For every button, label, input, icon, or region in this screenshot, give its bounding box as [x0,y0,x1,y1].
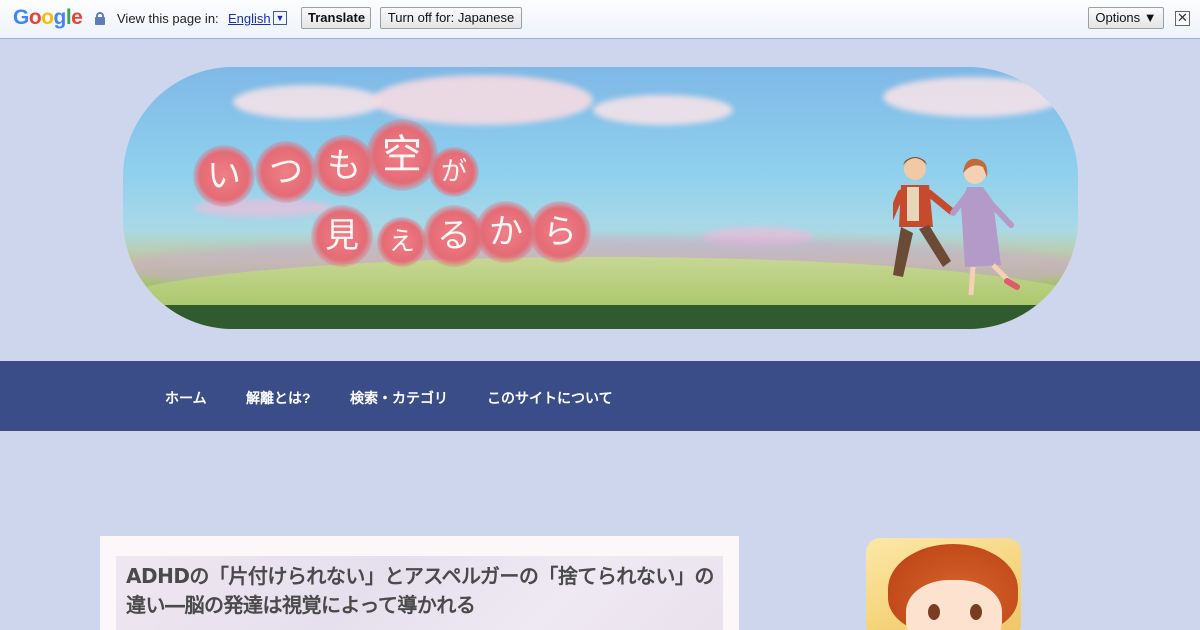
site-title-char: ら [529,201,591,263]
options-button[interactable]: Options ▼ [1088,7,1164,29]
cloud [233,85,383,119]
nav-item-home[interactable]: ホーム [165,388,207,408]
site-title-char: つ [255,141,317,203]
site-title-char: い [193,145,255,207]
site-title-char: も [313,135,375,197]
language-link[interactable]: English [228,11,271,26]
sidebar-profile-image[interactable] [866,538,1021,630]
translate-button[interactable]: Translate [301,7,371,29]
translate-bar: Google View this page in: English ▼ Tran… [0,0,1200,39]
lock-icon [95,12,105,25]
site-title-char: 空 [366,119,438,191]
cloud [373,75,593,125]
cloud [883,77,1063,117]
site-title-char: え [377,217,427,267]
main-nav: ホーム 解離とは? 検索・カテゴリ このサイトについて [0,361,1200,431]
language-dropdown-icon[interactable]: ▼ [273,11,287,25]
article-card: ADHDの「片付けられない」とアスペルガーの「捨てられない」の違い―脳の発達は視… [100,536,739,630]
view-page-label: View this page in: [117,11,219,26]
site-title-char: か [475,201,537,263]
cloud [593,95,733,125]
header-banner[interactable]: い つ も 空 が 見 え る か ら [123,67,1078,329]
google-logo: Google [13,6,83,29]
close-icon[interactable]: ✕ [1175,11,1190,26]
nav-item-about[interactable]: このサイトについて [487,388,613,408]
article-title[interactable]: ADHDの「片付けられない」とアスペルガーの「捨てられない」の違い―脳の発達は視… [126,562,716,620]
site-title-char: が [429,147,479,197]
turn-off-button[interactable]: Turn off for: Japanese [380,7,522,29]
site-title-char: 見 [311,205,373,267]
nav-item-search-category[interactable]: 検索・カテゴリ [350,388,448,408]
nav-item-dissociation[interactable]: 解離とは? [246,388,311,408]
running-couple-illustration [893,157,1020,296]
grass [123,305,1078,329]
